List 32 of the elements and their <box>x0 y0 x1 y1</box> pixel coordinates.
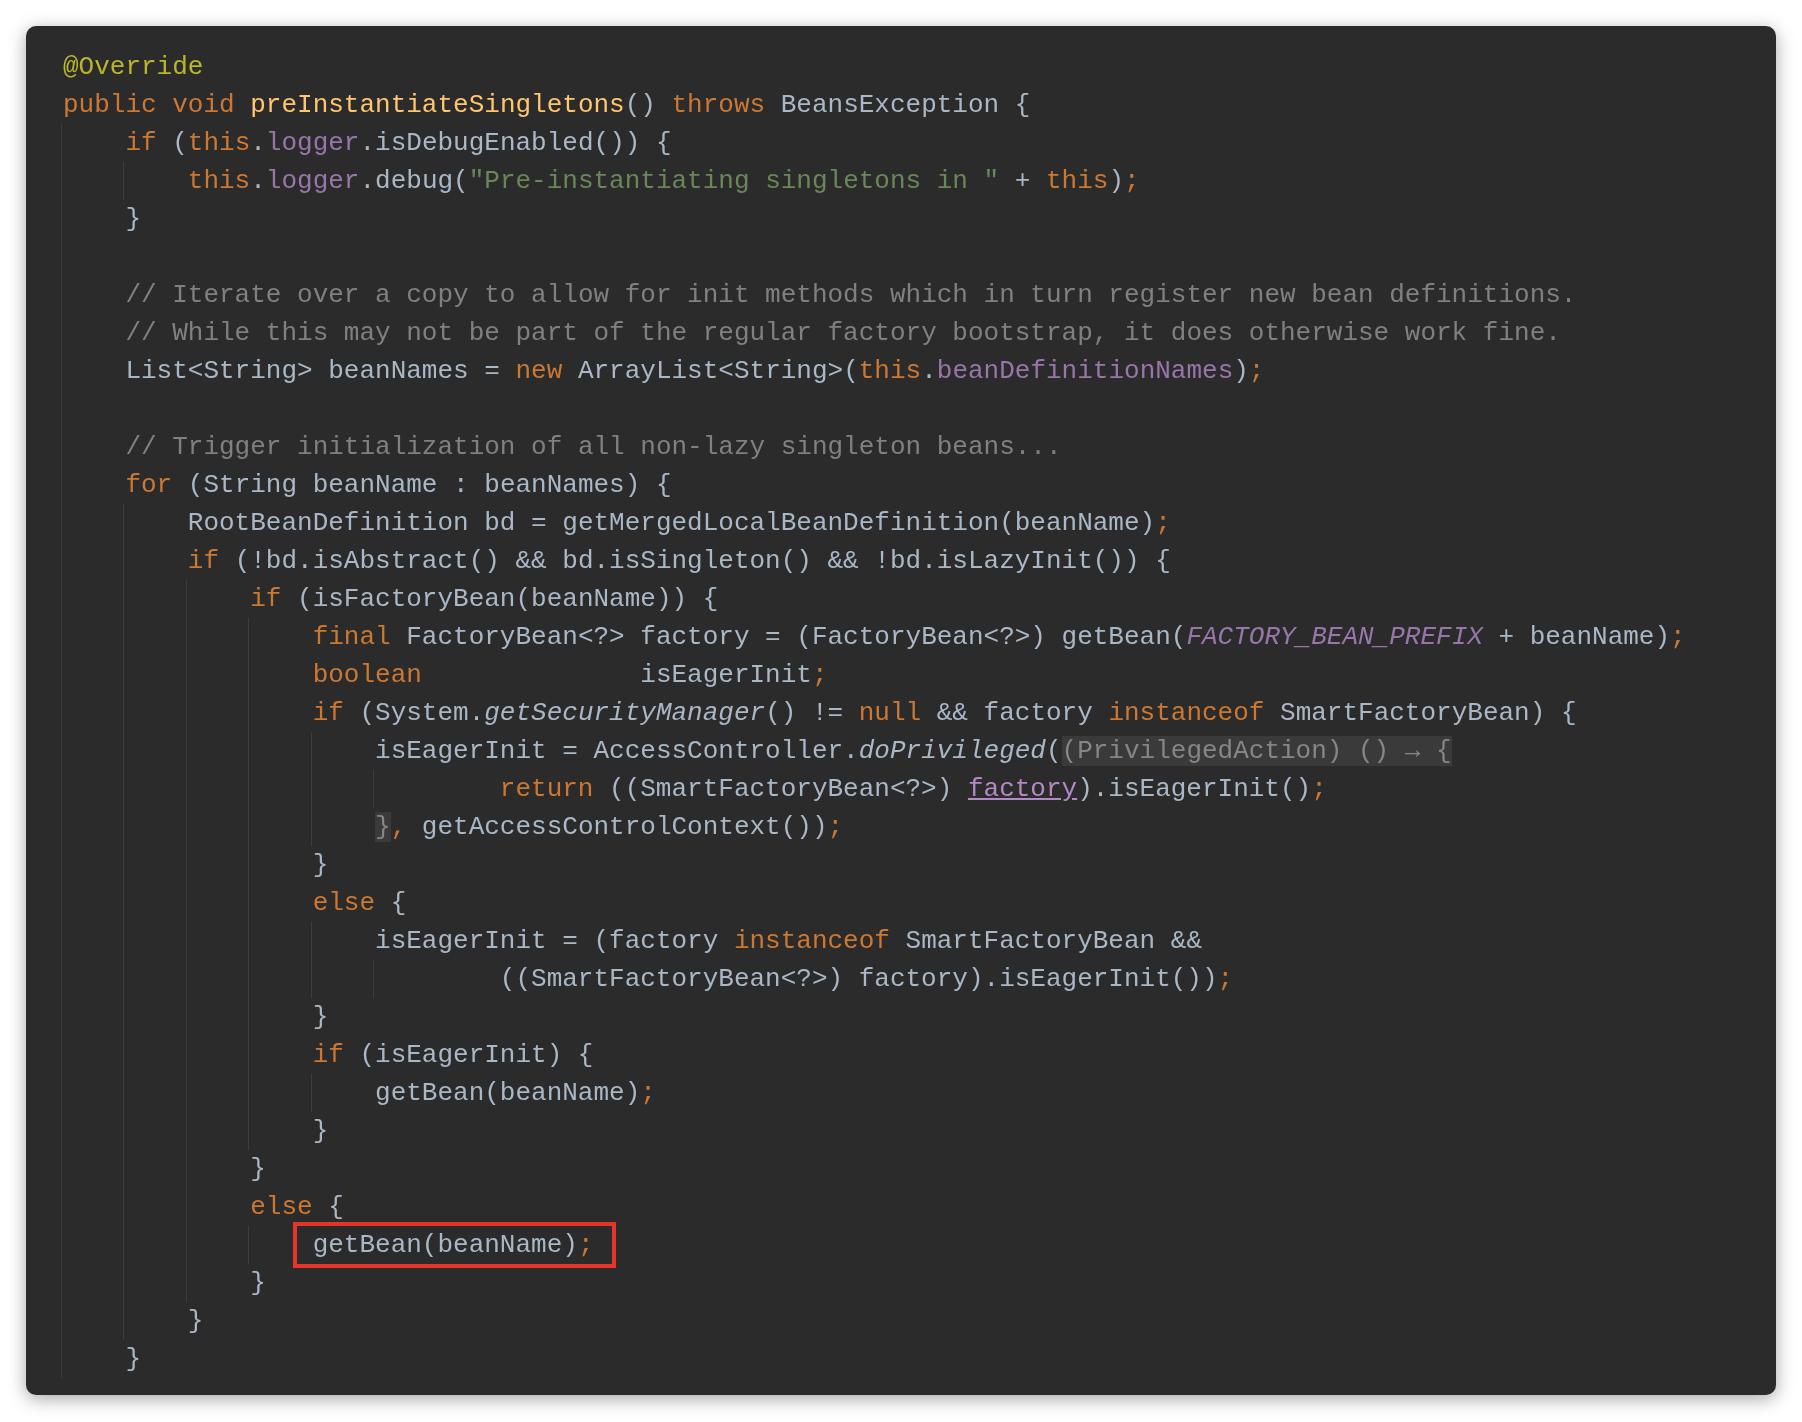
code-line: else { <box>250 1191 344 1224</box>
code-line: // Iterate over a copy to allow for init methods which in turn register new bean definitions. <box>125 279 1577 312</box>
code-line: RootBeanDefinition bd = getMergedLocalBeanDefinition(beanName); <box>187 507 1171 540</box>
code-line: if (isFactoryBean(beanName)) { <box>250 583 719 616</box>
code-line: final FactoryBean<?> factory = (FactoryBean<?>) getBean(FACTORY_BEAN_PREFIX + beanName); <box>312 621 1686 654</box>
code-line: } <box>125 203 141 236</box>
code-line: } <box>250 1267 266 1300</box>
code-line: } <box>312 1001 329 1034</box>
code-line: // While this may not be part of the regular factory bootstrap, it does otherwise work fine. <box>125 317 1561 350</box>
code-line: } <box>250 1153 266 1186</box>
code-line: } <box>125 1343 141 1376</box>
code-line: public void preInstantiateSingletons() throws BeansException { <box>63 89 1031 122</box>
code-line: this.logger.debug("Pre-instantiating singletons in " + this); <box>187 165 1140 198</box>
code-line: if (this.logger.isDebugEnabled()) { <box>125 127 672 160</box>
code-line: isEagerInit = (factory instanceof SmartFactoryBean && <box>375 925 1202 958</box>
code-line: }, getAccessControlContext()); <box>375 811 844 844</box>
code-line: if (isEagerInit) { <box>312 1039 594 1072</box>
code-line: ((SmartFactoryBean<?>) factory).isEagerInit()); <box>499 963 1234 996</box>
code-line: } <box>187 1305 204 1338</box>
code-line: if (System.getSecurityManager() != null && factory instanceof SmartFactoryBean) { <box>312 697 1577 730</box>
code-line: isEagerInit = AccessController.doPrivileged((PrivilegedAction) () → { <box>375 735 1452 768</box>
code-line: @Override <box>63 51 204 84</box>
code-line: else { <box>312 887 407 920</box>
code-line: } <box>312 849 329 882</box>
code-line: // Trigger initialization of all non-lazy singleton beans... <box>125 431 1062 464</box>
code-line: } <box>312 1115 329 1148</box>
code-line: getBean(beanName); <box>375 1077 656 1110</box>
code-line: if (!bd.isAbstract() && bd.isSingleton() && !bd.isLazyInit()) { <box>187 545 1171 578</box>
code-line: boolean isEagerInit; <box>312 659 828 692</box>
code-line: List<String> beanNames = new ArrayList<String>(this.beanDefinitionNames); <box>125 355 1265 388</box>
code-line: for (String beanName : beanNames) { <box>125 469 672 502</box>
code-line: return ((SmartFactoryBean<?>) factory).isEagerInit(); <box>499 773 1327 806</box>
